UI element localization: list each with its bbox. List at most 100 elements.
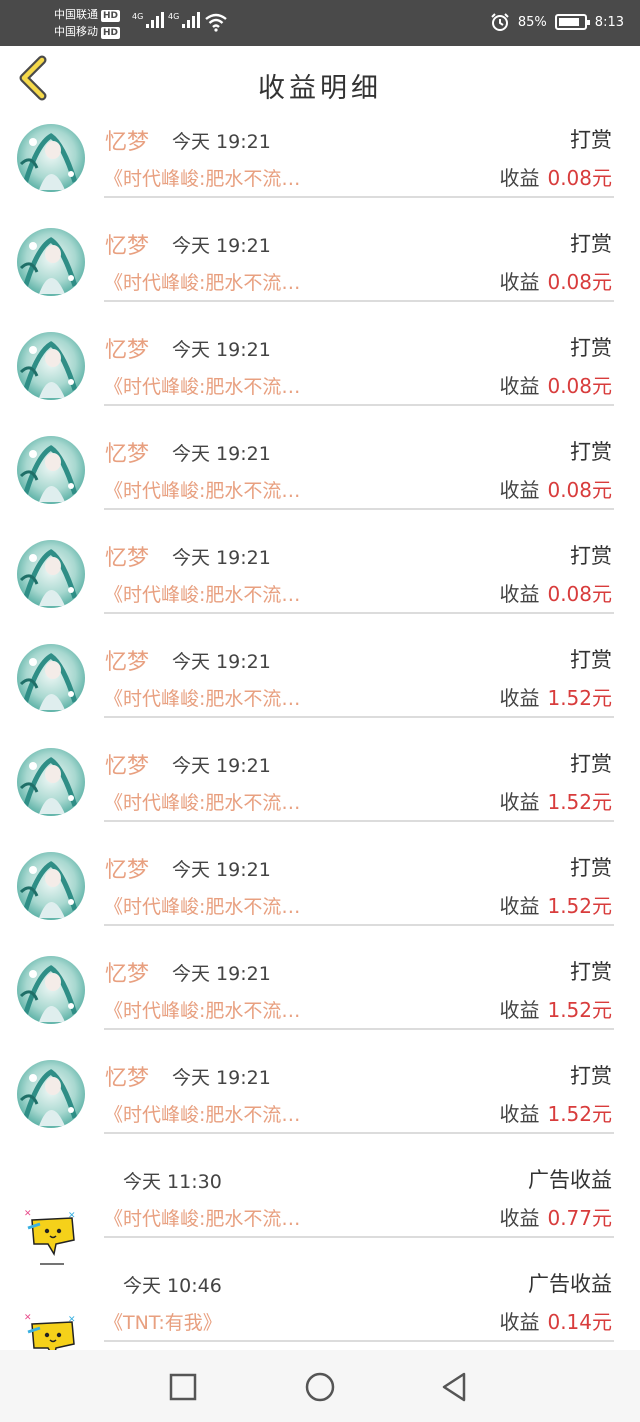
triangle-back-icon[interactable]: [438, 1370, 472, 1404]
income-line: 收益 0.14元: [499, 1306, 612, 1335]
book-title[interactable]: 《时代峰峻:肥水不流…: [104, 996, 300, 1023]
income-amount: 1.52元: [547, 998, 612, 1022]
list-item[interactable]: 忆梦 今天 19:21 《时代峰峻:肥水不流… 打赏 收益 0.08元: [0, 328, 640, 432]
avatar[interactable]: [17, 748, 85, 816]
avatar[interactable]: [17, 852, 85, 920]
reader-name[interactable]: 忆梦: [105, 540, 149, 572]
list-item[interactable]: 忆梦 今天 19:21 《时代峰峻:肥水不流… 打赏 收益 0.08元: [0, 432, 640, 536]
avatar[interactable]: [17, 332, 85, 400]
list-item[interactable]: 忆梦 今天 19:21 《时代峰峻:肥水不流… 打赏 收益 1.52元: [0, 848, 640, 952]
income-label: 收益: [499, 1310, 540, 1334]
income-type: 打赏: [570, 544, 612, 568]
income-label: 收益: [499, 374, 540, 398]
book-title[interactable]: 《时代峰峻:肥水不流…: [104, 684, 300, 711]
list-item[interactable]: 忆梦 今天 19:21 《时代峰峻:肥水不流… 打赏 收益 1.52元: [0, 744, 640, 848]
signal-icon: 4G: [168, 12, 201, 28]
income-label: 收益: [499, 166, 540, 190]
reader-name[interactable]: 忆梦: [105, 436, 149, 468]
entry-time: 今天 11:30: [123, 1171, 222, 1193]
reader-name[interactable]: 忆梦: [105, 1060, 149, 1092]
income-amount: 1.52元: [547, 894, 612, 918]
entry-time: 今天 19:21: [172, 859, 271, 881]
entry-time: 今天 19:21: [172, 547, 271, 569]
wifi-icon: [205, 13, 227, 32]
divider: [104, 924, 614, 926]
carrier-1: 中国联通: [54, 8, 98, 21]
carrier-2: 中国移动: [54, 25, 98, 38]
book-title[interactable]: 《时代峰峻:肥水不流…: [104, 1100, 300, 1127]
hd-badge: HD: [101, 10, 121, 22]
square-icon[interactable]: [166, 1370, 200, 1404]
reader-name[interactable]: 忆梦: [105, 956, 149, 988]
divider: [104, 404, 614, 406]
list-item[interactable]: ✕ ✕ 今天 11:30 《时代峰峻:肥水不流… 广告收益 收益 0.77元: [0, 1160, 640, 1265]
book-title[interactable]: 《时代峰峻:肥水不流…: [104, 372, 300, 399]
book-title[interactable]: 《时代峰峻:肥水不流…: [104, 164, 300, 191]
battery-percent: 85%: [517, 14, 547, 30]
income-label: 收益: [499, 478, 540, 502]
book-title[interactable]: 《时代峰峻:肥水不流…: [104, 268, 300, 295]
income-type: 广告收益: [528, 1168, 612, 1192]
income-line: 收益 1.52元: [499, 994, 612, 1023]
income-type: 打赏: [570, 856, 612, 880]
reader-name[interactable]: 忆梦: [105, 332, 149, 364]
book-title[interactable]: 《时代峰峻:肥水不流…: [104, 788, 300, 815]
reader-name[interactable]: 忆梦: [105, 748, 149, 780]
alarm-icon: [491, 13, 509, 31]
book-title[interactable]: 《时代峰峻:肥水不流…: [104, 580, 300, 607]
avatar[interactable]: [17, 124, 85, 192]
battery-icon: [554, 14, 590, 30]
list-item[interactable]: 忆梦 今天 19:21 《时代峰峻:肥水不流… 打赏 收益 1.52元: [0, 1056, 640, 1160]
income-type: 打赏: [570, 128, 612, 152]
divider: [104, 508, 614, 510]
divider: [104, 1340, 614, 1342]
divider: [104, 196, 614, 198]
svg-text:✕: ✕: [24, 1313, 32, 1323]
book-title[interactable]: 《时代峰峻:肥水不流…: [104, 892, 300, 919]
reader-name[interactable]: 忆梦: [105, 228, 149, 260]
income-line: 收益 0.08元: [499, 266, 612, 295]
hd-badge: HD: [101, 27, 121, 39]
income-label: 收益: [499, 582, 540, 606]
reader-name[interactable]: 忆梦: [105, 124, 149, 156]
income-amount: 0.08元: [547, 582, 612, 606]
divider: [104, 300, 614, 302]
list-item[interactable]: 忆梦 今天 19:21 《时代峰峻:肥水不流… 打赏 收益 0.08元: [0, 224, 640, 328]
entry-time: 今天 19:21: [172, 651, 271, 673]
avatar[interactable]: [17, 644, 85, 712]
carrier-info: 中国联通 HD 中国移动 HD: [54, 6, 121, 40]
income-amount: 1.52元: [547, 790, 612, 814]
avatar[interactable]: [17, 540, 85, 608]
header: 收益明细: [0, 46, 640, 120]
divider: [104, 820, 614, 822]
income-amount: 0.08元: [547, 374, 612, 398]
book-title[interactable]: 《TNT:有我》: [104, 1308, 222, 1335]
reader-name[interactable]: 忆梦: [105, 852, 149, 884]
entry-time: 今天 19:21: [172, 963, 271, 985]
list-item[interactable]: 忆梦 今天 19:21 《时代峰峻:肥水不流… 打赏 收益 1.52元: [0, 640, 640, 744]
list-item[interactable]: 忆梦 今天 19:21 《时代峰峻:肥水不流… 打赏 收益 0.08元: [0, 536, 640, 640]
income-amount: 1.52元: [547, 1102, 612, 1126]
avatar[interactable]: [17, 228, 85, 296]
book-title[interactable]: 《时代峰峻:肥水不流…: [104, 1204, 300, 1231]
entry-time: 今天 19:21: [172, 131, 271, 153]
emoji-avatar[interactable]: ✕ ✕: [22, 1206, 82, 1270]
list-item[interactable]: 忆梦 今天 19:21 《时代峰峻:肥水不流… 打赏 收益 1.52元: [0, 952, 640, 1056]
list-item[interactable]: 忆梦 今天 19:21 《时代峰峻:肥水不流… 打赏 收益 0.08元: [0, 120, 640, 224]
reader-name[interactable]: 忆梦: [105, 644, 149, 676]
circle-icon[interactable]: [303, 1370, 337, 1404]
entry-time: 今天 10:46: [123, 1275, 222, 1297]
income-type: 打赏: [570, 752, 612, 776]
income-label: 收益: [499, 894, 540, 918]
income-line: 收益 1.52元: [499, 890, 612, 919]
divider: [104, 1028, 614, 1030]
income-type: 打赏: [570, 1064, 612, 1088]
income-line: 收益 0.08元: [499, 370, 612, 399]
income-line: 收益 0.08元: [499, 162, 612, 191]
avatar[interactable]: [17, 956, 85, 1024]
book-title[interactable]: 《时代峰峻:肥水不流…: [104, 476, 300, 503]
status-bar: 中国联通 HD 中国移动 HD 4G 4G 85% 8:13: [0, 0, 640, 46]
avatar[interactable]: [17, 436, 85, 504]
avatar[interactable]: [17, 1060, 85, 1128]
entry-time: 今天 19:21: [172, 1067, 271, 1089]
